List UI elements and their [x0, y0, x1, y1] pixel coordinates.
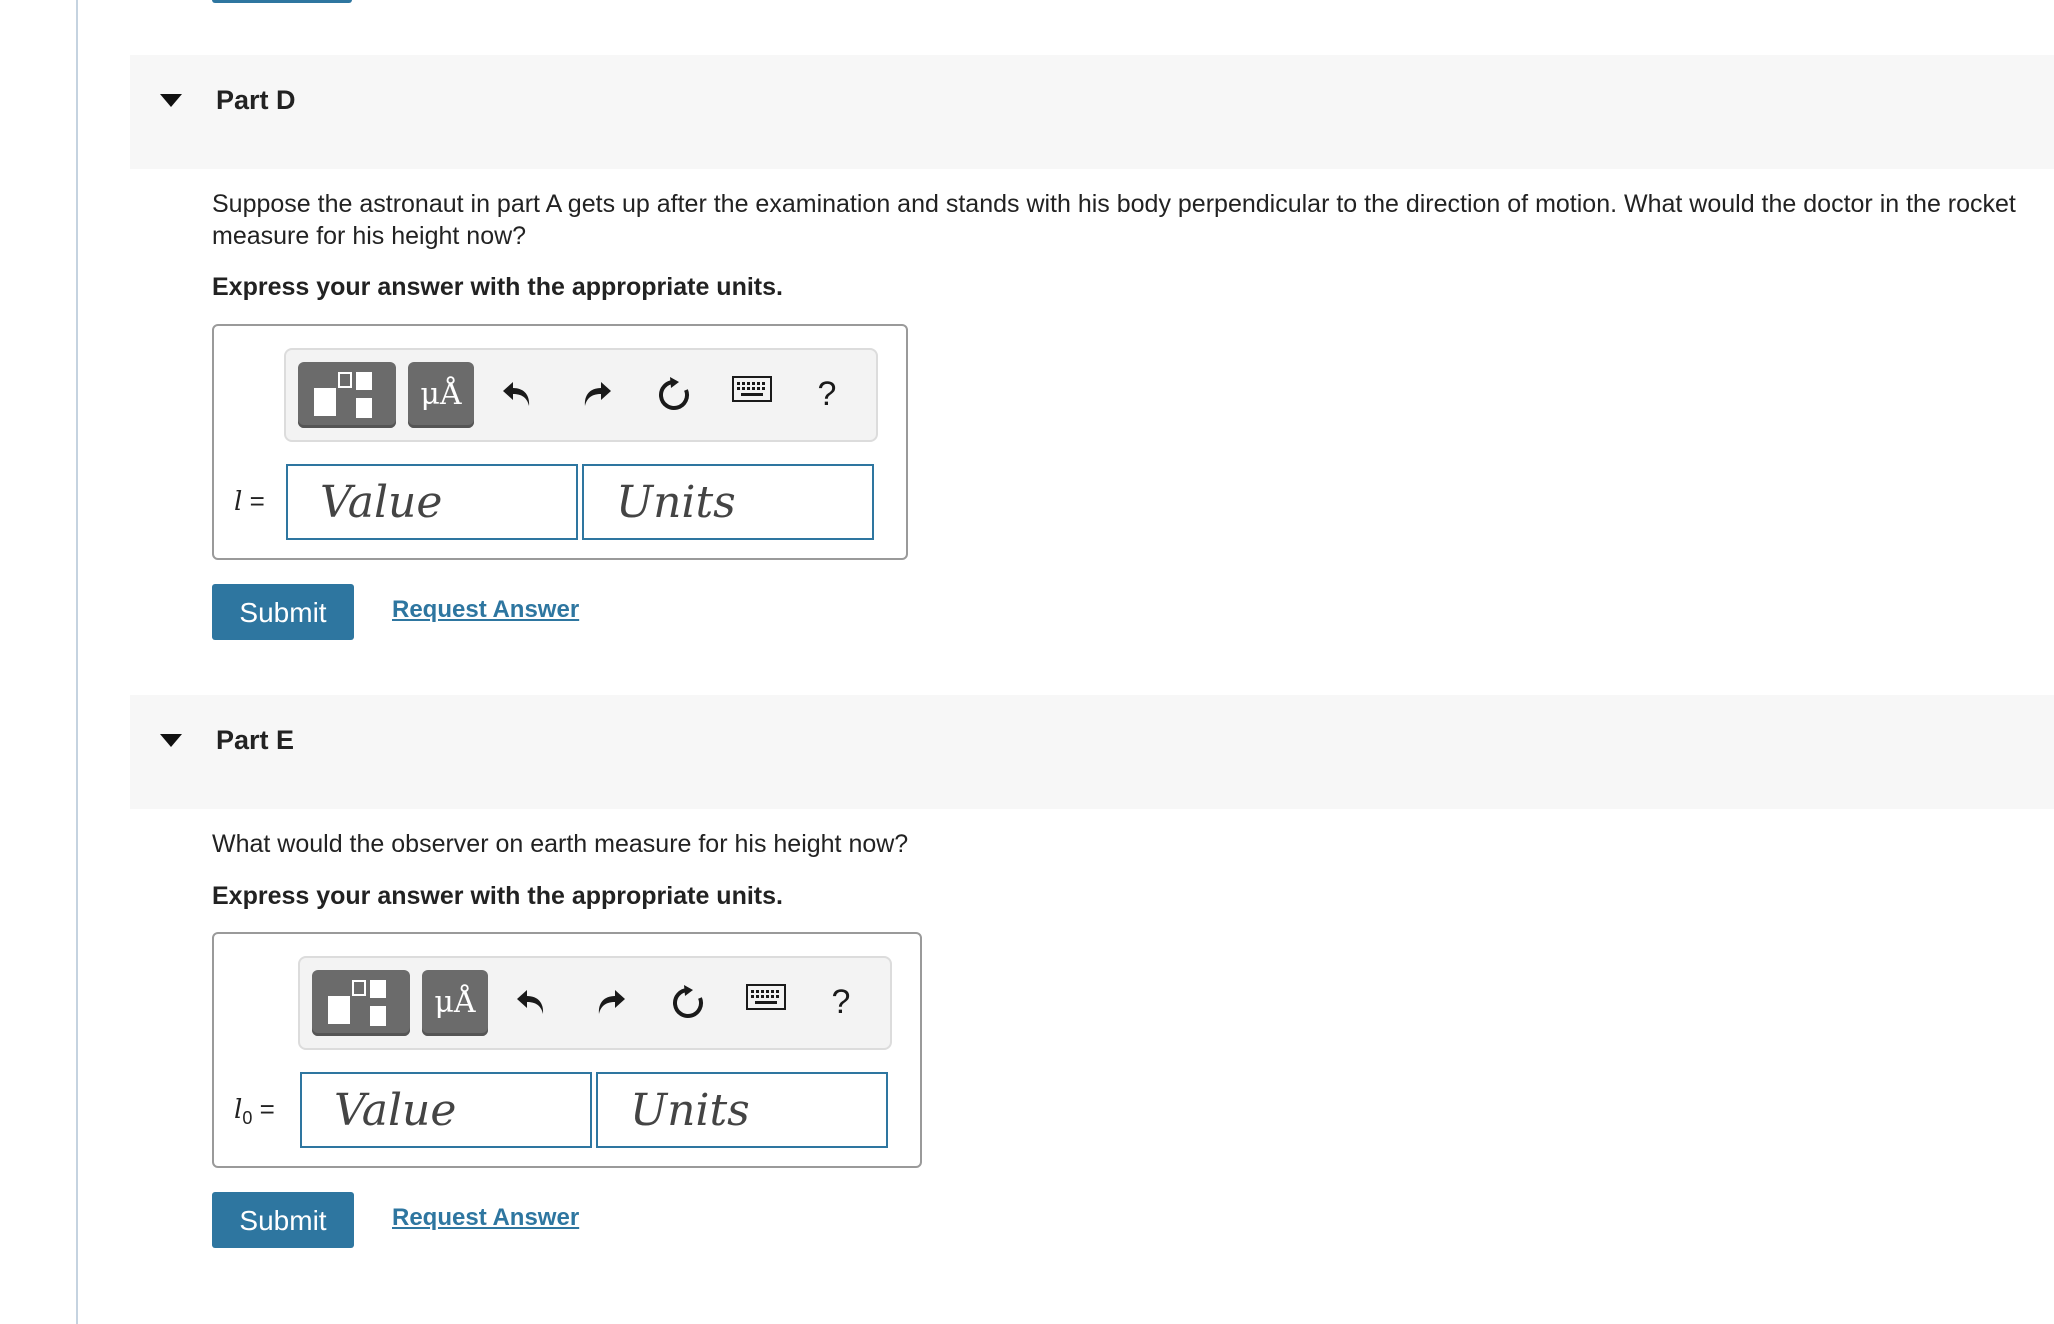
reset-icon[interactable] — [660, 972, 716, 1032]
help-icon[interactable]: ? — [802, 364, 852, 424]
units-input[interactable] — [582, 464, 874, 540]
variable-symbol: l — [234, 487, 243, 517]
value-input[interactable] — [286, 464, 578, 540]
part-d-header[interactable]: Part D — [130, 55, 2054, 169]
left-rule — [76, 0, 78, 1324]
part-d-answer-box: μÅ ? l = — [212, 324, 908, 560]
value-input[interactable] — [300, 1072, 592, 1148]
templates-icon[interactable] — [298, 362, 396, 428]
units-input[interactable] — [596, 1072, 888, 1148]
equals-sign: = — [259, 1094, 275, 1124]
part-d-instruction: Express your answer with the appropriate… — [212, 273, 783, 301]
submit-button[interactable]: Submit — [212, 584, 354, 640]
request-answer-link[interactable]: Request Answer — [392, 596, 579, 624]
math-toolbar: μÅ ? — [298, 956, 892, 1050]
help-icon[interactable]: ? — [816, 972, 866, 1032]
part-d-title: Part D — [216, 85, 296, 115]
variable-subscript: 0 — [242, 1108, 253, 1129]
previous-submit-edge — [212, 0, 352, 3]
keyboard-icon[interactable] — [716, 364, 788, 424]
part-d-variable-label: l = — [234, 486, 265, 517]
keyboard-icon[interactable] — [730, 972, 802, 1032]
part-e-variable-label: l0 = — [234, 1094, 275, 1129]
equals-sign: = — [249, 486, 265, 516]
templates-icon[interactable] — [312, 970, 410, 1036]
part-e-question: What would the observer on earth measure… — [212, 830, 909, 858]
submit-button[interactable]: Submit — [212, 1192, 354, 1248]
collapse-caret-icon[interactable] — [160, 94, 182, 107]
part-e-answer-box: μÅ ? l0 = — [212, 932, 922, 1168]
part-e-header[interactable]: Part E — [130, 695, 2054, 809]
redo-icon[interactable] — [570, 364, 622, 424]
part-d-question: Suppose the astronaut in part A gets up … — [212, 190, 2016, 250]
collapse-caret-icon[interactable] — [160, 734, 182, 747]
math-toolbar: μÅ ? — [284, 348, 878, 442]
request-answer-link[interactable]: Request Answer — [392, 1204, 579, 1232]
undo-icon[interactable] — [506, 972, 558, 1032]
undo-icon[interactable] — [492, 364, 544, 424]
symbols-icon[interactable]: μÅ — [408, 362, 474, 428]
symbols-icon[interactable]: μÅ — [422, 970, 488, 1036]
redo-icon[interactable] — [584, 972, 636, 1032]
part-e-title: Part E — [216, 725, 295, 755]
reset-icon[interactable] — [646, 364, 702, 424]
part-e-instruction: Express your answer with the appropriate… — [212, 882, 783, 910]
